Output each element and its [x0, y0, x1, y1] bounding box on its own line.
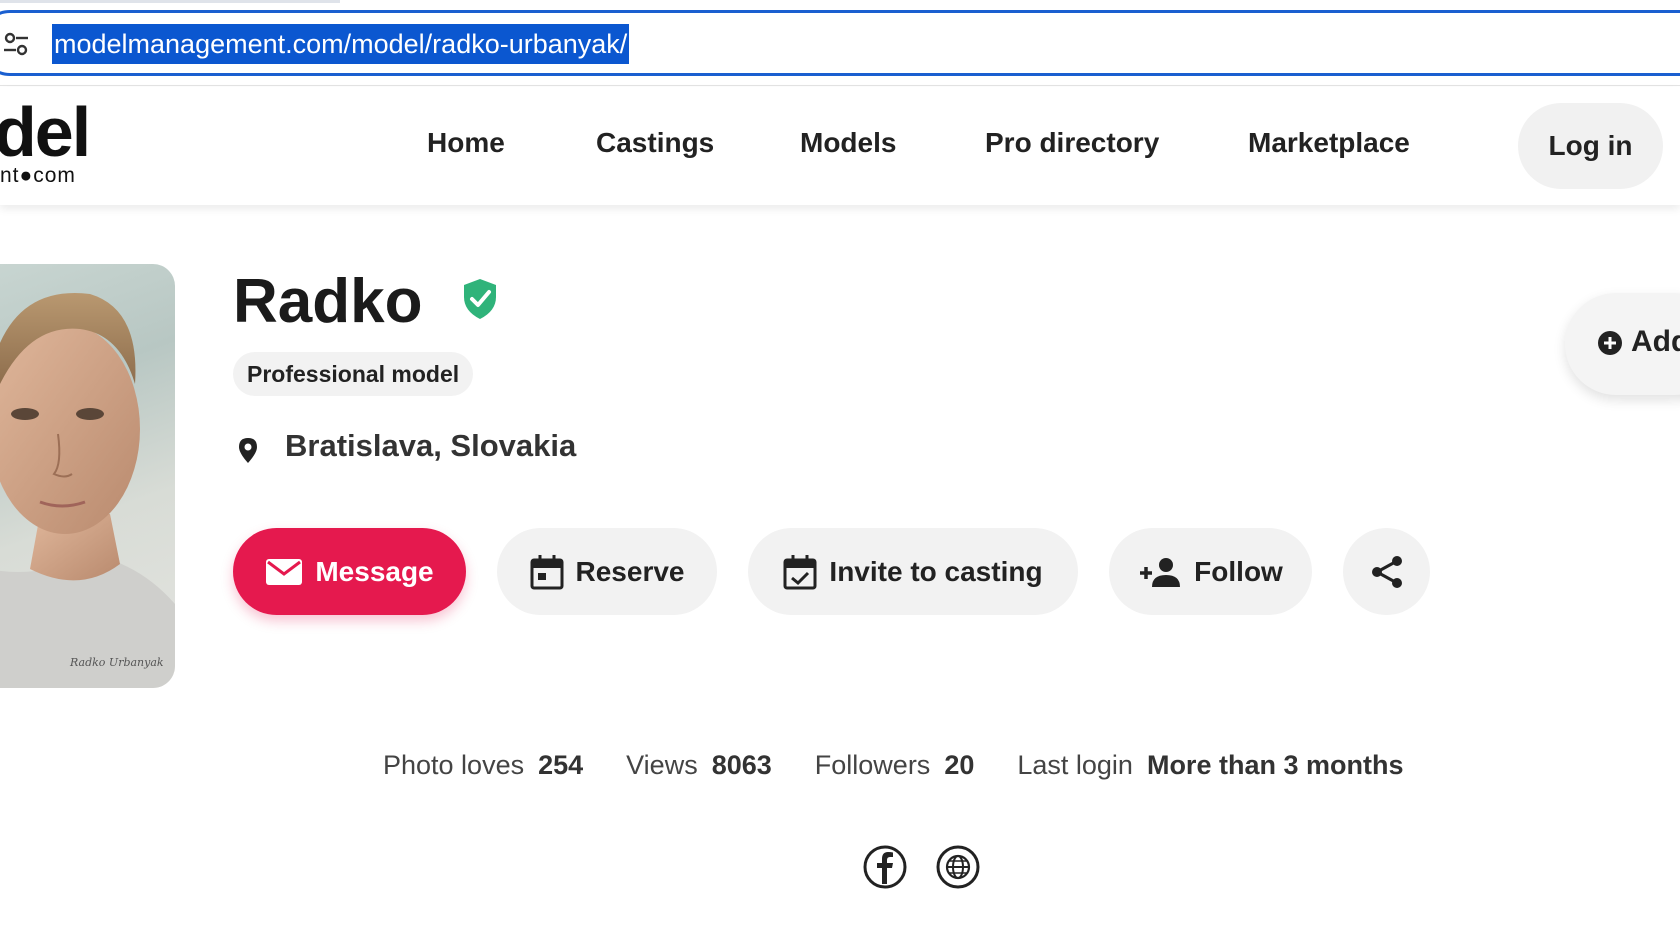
profile-stats: Photo loves 254 Views 8063 Followers 20 … [383, 750, 1403, 784]
share-icon [1371, 555, 1402, 588]
last-login-value: More than 3 months [1146, 750, 1404, 780]
profile-name: Radko [233, 267, 423, 336]
photo-loves-label: Photo loves [383, 750, 525, 780]
globe-icon[interactable] [935, 844, 981, 890]
add-to-list-button[interactable]: Add [1565, 293, 1680, 395]
browser-toolbar: modelmanagement.com/model/radko-urbanyak… [0, 0, 1680, 86]
views-value: 8063 [711, 750, 772, 780]
site-header: del nt●com Home Castings Models Pro dire… [0, 87, 1680, 205]
verified-badge-icon [464, 279, 496, 319]
logo-wordmark: del [0, 93, 91, 171]
photo-signature: Radko Urbanyak [69, 656, 164, 669]
reserve-button[interactable]: Reserve [497, 528, 717, 615]
share-button[interactable] [1343, 528, 1430, 615]
followers-label: Followers [814, 750, 931, 780]
role-badge: Professional model [233, 352, 474, 396]
reserve-button-label: Reserve [575, 555, 685, 587]
logo-subtext: nt●com [0, 164, 76, 187]
url-text[interactable]: modelmanagement.com/model/radko-urbanyak… [52, 24, 630, 64]
profile-photo[interactable]: Radko Urbanyak [0, 264, 175, 688]
views-label: Views [626, 750, 698, 780]
profile-photo-illustration: Radko Urbanyak [0, 293, 175, 688]
mail-icon [266, 558, 303, 585]
facebook-icon[interactable] [862, 844, 908, 890]
add-button-label: Add [1631, 325, 1680, 358]
invite-to-casting-button[interactable]: Invite to casting [748, 528, 1078, 615]
last-login-label: Last login [1017, 750, 1133, 780]
nav-marketplace[interactable]: Marketplace [1248, 127, 1410, 159]
nav-pro-directory[interactable]: Pro directory [985, 127, 1159, 159]
nav-home[interactable]: Home [427, 127, 505, 159]
tune-icon[interactable] [2, 30, 30, 58]
follow-button-label: Follow [1194, 555, 1283, 587]
person-add-icon [1140, 557, 1181, 587]
follow-button[interactable]: Follow [1109, 528, 1312, 615]
message-button-label: Message [315, 555, 434, 587]
calendar-check-icon [783, 554, 817, 589]
followers-value: 20 [944, 750, 975, 780]
plus-circle-icon [1598, 331, 1622, 355]
login-button[interactable]: Log in [1518, 103, 1663, 189]
tab-strip-edge [0, 0, 340, 3]
calendar-icon [530, 554, 563, 589]
location-pin-icon [239, 438, 257, 463]
nav-models[interactable]: Models [800, 127, 896, 159]
location-text: Bratislava, Slovakia [285, 428, 577, 463]
nav-castings[interactable]: Castings [596, 127, 714, 159]
message-button[interactable]: Message [233, 528, 466, 615]
invite-button-label: Invite to casting [829, 555, 1043, 587]
photo-loves-value: 254 [538, 750, 584, 780]
